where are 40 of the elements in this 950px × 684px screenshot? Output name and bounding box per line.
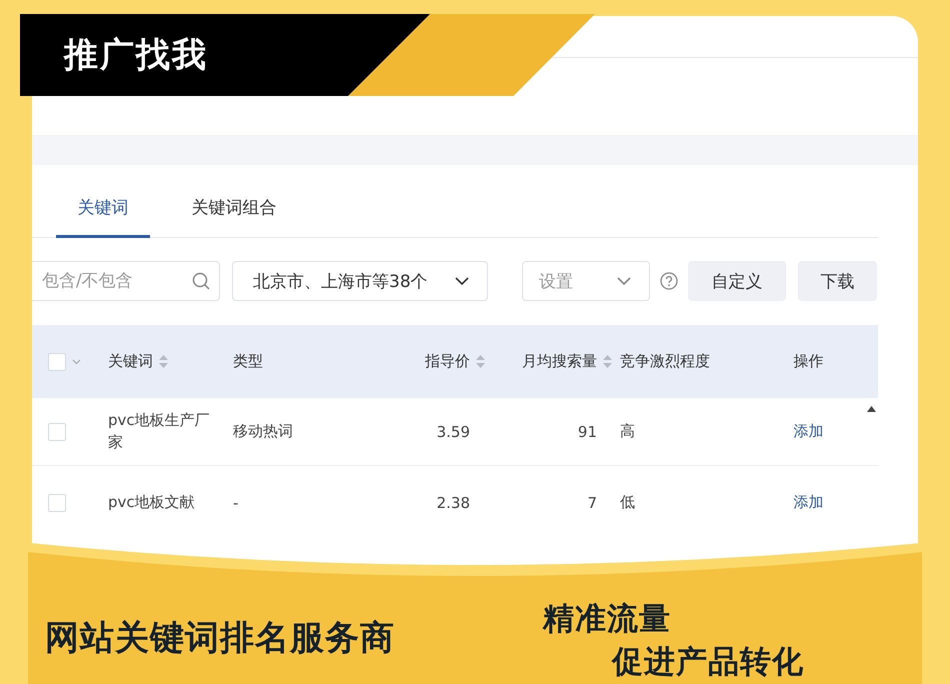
add-link[interactable]: 添加 — [794, 493, 824, 512]
search-icon — [192, 272, 210, 290]
banner-title: 推广找我 — [64, 34, 208, 77]
sort-icon[interactable] — [476, 355, 485, 368]
column-header: 操作 — [794, 352, 824, 371]
column-header: 竞争激烈程度 — [620, 352, 710, 371]
slogan-line: 促进产品转化 — [612, 643, 804, 682]
checkbox[interactable] — [48, 352, 66, 370]
checkbox[interactable] — [48, 494, 66, 512]
column-header: 指导价 — [425, 352, 470, 371]
column-header: 类型 — [233, 352, 263, 371]
table-cell: 2.38 — [436, 494, 470, 512]
footer-headline: 网站关键词排名服务商 — [45, 617, 395, 660]
table-cell: 91 — [578, 422, 597, 440]
chevron-down-icon[interactable] — [72, 358, 81, 364]
table-cell: - — [233, 494, 238, 512]
column-header: 关键词 — [108, 352, 153, 371]
column-header: 月均搜索量 — [522, 352, 597, 371]
checkbox[interactable] — [48, 422, 66, 440]
sort-icon[interactable] — [603, 355, 612, 368]
add-link[interactable]: 添加 — [794, 422, 824, 441]
table-cell: 低 — [620, 493, 635, 512]
help-icon[interactable] — [660, 272, 678, 290]
tab[interactable]: 关键词组合 — [174, 196, 294, 238]
slogan-line: 精准流量 — [543, 600, 671, 639]
table-cell: 高 — [620, 422, 635, 441]
table-cell-text: pvc地板文献 — [108, 492, 195, 513]
toolbar-button[interactable]: 下载 — [798, 261, 877, 301]
table-cell: 7 — [587, 494, 597, 512]
table-cell: 移动热词 — [233, 422, 293, 441]
region-dropdown[interactable]: 北京市、上海市等38个 — [232, 261, 488, 301]
chevron-down-icon — [455, 276, 469, 286]
scroll-up-icon[interactable] — [867, 406, 876, 412]
chevron-down-icon — [617, 276, 631, 286]
tab[interactable]: 关键词 — [56, 196, 150, 238]
table-cell-text: pvc地板生产厂家 — [108, 410, 211, 452]
toolbar-button[interactable]: 自定义 — [688, 261, 786, 301]
search-field[interactable]: 包含/不包含 — [32, 261, 220, 301]
sort-icon[interactable] — [159, 355, 168, 368]
table-cell: 3.59 — [436, 422, 470, 440]
